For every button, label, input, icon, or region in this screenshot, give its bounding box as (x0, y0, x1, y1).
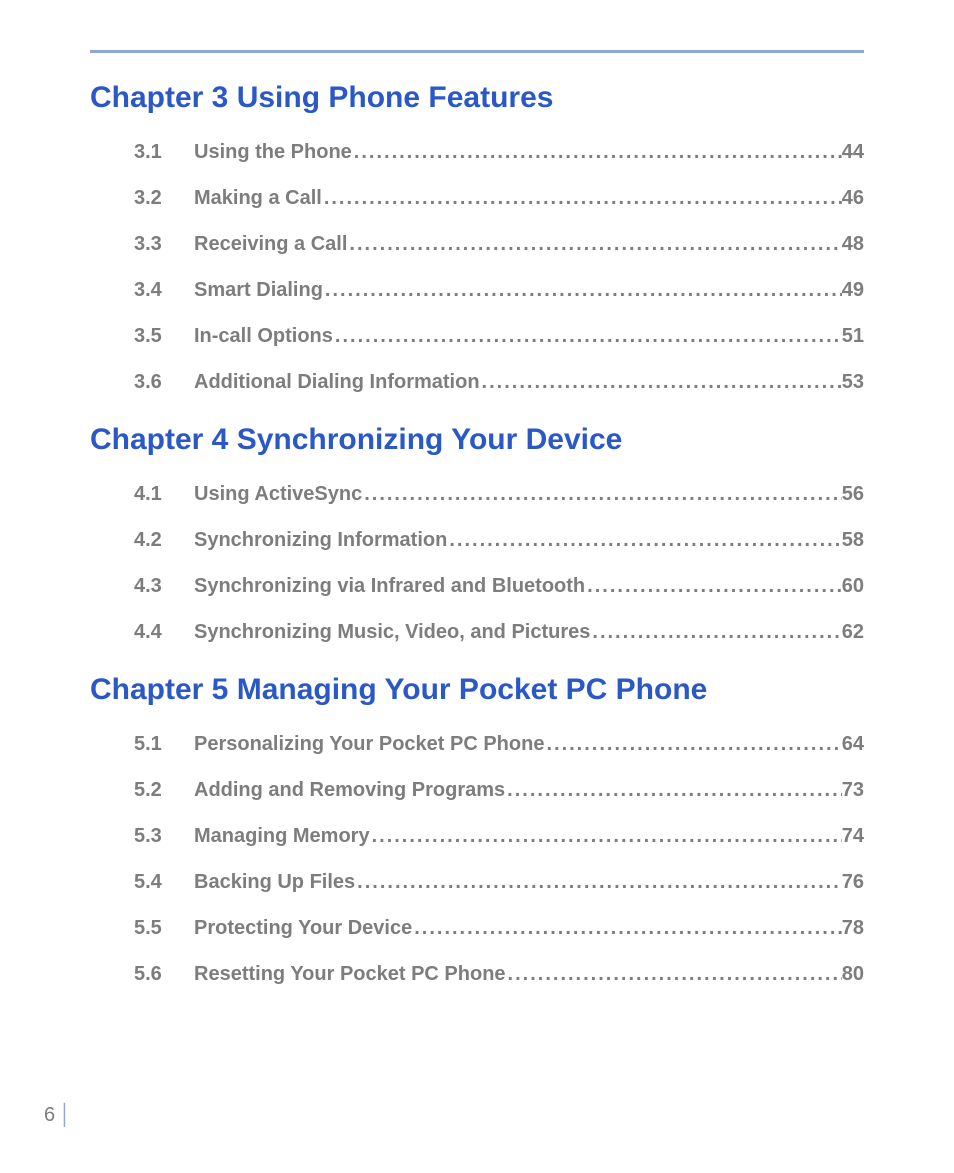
chapter-title: Chapter 3 Using Phone Features (90, 81, 864, 115)
toc-number: 4.4 (134, 621, 194, 643)
toc-leader (322, 187, 842, 209)
toc-row[interactable]: 5.2 Adding and Removing Programs 73 (134, 779, 864, 801)
toc-row[interactable]: 3.5 In-call Options 51 (134, 325, 864, 347)
toc-label: Backing Up Files (194, 871, 355, 893)
toc-label: Synchronizing Music, Video, and Pictures (194, 621, 590, 643)
page-footer: 6│ (44, 1104, 72, 1127)
toc-row[interactable]: 4.4 Synchronizing Music, Video, and Pict… (134, 621, 864, 643)
toc-row[interactable]: 3.3 Receiving a Call 48 (134, 233, 864, 255)
toc-page: 74 (842, 825, 864, 847)
toc-page: 80 (842, 963, 864, 985)
toc-label: In-call Options (194, 325, 333, 347)
toc-number: 3.6 (134, 371, 194, 393)
toc-leader (347, 233, 841, 255)
toc-row[interactable]: 5.6 Resetting Your Pocket PC Phone 80 (134, 963, 864, 985)
toc-row[interactable]: 3.2 Making a Call 46 (134, 187, 864, 209)
toc-row[interactable]: 4.2 Synchronizing Information 58 (134, 529, 864, 551)
toc-number: 4.1 (134, 483, 194, 505)
toc-page: 51 (842, 325, 864, 347)
toc-number: 3.3 (134, 233, 194, 255)
toc-page: 78 (842, 917, 864, 939)
footer-bar-icon: │ (59, 1104, 72, 1126)
toc-leader (585, 575, 842, 597)
toc-number: 5.3 (134, 825, 194, 847)
toc-row[interactable]: 4.1 Using ActiveSync 56 (134, 483, 864, 505)
toc-number: 5.4 (134, 871, 194, 893)
toc-label: Adding and Removing Programs (194, 779, 505, 801)
toc-leader (355, 871, 842, 893)
toc-label: Additional Dialing Information (194, 371, 480, 393)
toc-number: 3.5 (134, 325, 194, 347)
toc-leader (370, 825, 842, 847)
toc-leader (323, 279, 842, 301)
toc-number: 4.3 (134, 575, 194, 597)
toc-number: 5.1 (134, 733, 194, 755)
top-rule (90, 50, 864, 53)
toc-row[interactable]: 3.1 Using the Phone 44 (134, 141, 864, 163)
toc-label: Using the Phone (194, 141, 352, 163)
toc-leader (590, 621, 841, 643)
toc-number: 3.4 (134, 279, 194, 301)
toc-row[interactable]: 5.3 Managing Memory 74 (134, 825, 864, 847)
toc-row[interactable]: 5.4 Backing Up Files 76 (134, 871, 864, 893)
toc-number: 5.2 (134, 779, 194, 801)
toc-number: 5.6 (134, 963, 194, 985)
toc-label: Personalizing Your Pocket PC Phone (194, 733, 544, 755)
toc-label: Using ActiveSync (194, 483, 362, 505)
toc-label: Synchronizing via Infrared and Bluetooth (194, 575, 585, 597)
toc-page: 48 (842, 233, 864, 255)
toc-page: 60 (842, 575, 864, 597)
toc-label: Smart Dialing (194, 279, 323, 301)
toc-number: 3.1 (134, 141, 194, 163)
toc-row[interactable]: 3.4 Smart Dialing 49 (134, 279, 864, 301)
toc-label: Making a Call (194, 187, 322, 209)
page-number: 6 (44, 1104, 55, 1126)
toc-label: Receiving a Call (194, 233, 347, 255)
toc-page: 76 (842, 871, 864, 893)
toc-leader (544, 733, 841, 755)
toc-leader (480, 371, 842, 393)
toc-leader (333, 325, 842, 347)
toc-page: 62 (842, 621, 864, 643)
toc-block: 3.1 Using the Phone 44 3.2 Making a Call… (134, 141, 864, 393)
toc-row[interactable]: 4.3 Synchronizing via Infrared and Bluet… (134, 575, 864, 597)
toc-label: Resetting Your Pocket PC Phone (194, 963, 506, 985)
toc-page: 64 (842, 733, 864, 755)
toc-leader (352, 141, 842, 163)
toc-page: 53 (842, 371, 864, 393)
toc-label: Managing Memory (194, 825, 370, 847)
toc-row[interactable]: 3.6 Additional Dialing Information 53 (134, 371, 864, 393)
toc-row[interactable]: 5.5 Protecting Your Device 78 (134, 917, 864, 939)
toc-page: 56 (842, 483, 864, 505)
toc-page: 58 (842, 529, 864, 551)
toc-block: 5.1 Personalizing Your Pocket PC Phone 6… (134, 733, 864, 985)
toc-page: 73 (842, 779, 864, 801)
toc-number: 5.5 (134, 917, 194, 939)
toc-page: 46 (842, 187, 864, 209)
toc-leader (412, 917, 842, 939)
chapter-title: Chapter 4 Synchronizing Your Device (90, 423, 864, 457)
toc-leader (447, 529, 841, 551)
toc-number: 4.2 (134, 529, 194, 551)
toc-leader (505, 779, 842, 801)
toc-number: 3.2 (134, 187, 194, 209)
toc-label: Synchronizing Information (194, 529, 447, 551)
toc-row[interactable]: 5.1 Personalizing Your Pocket PC Phone 6… (134, 733, 864, 755)
toc-leader (362, 483, 842, 505)
toc-page: 44 (842, 141, 864, 163)
toc-leader (506, 963, 842, 985)
toc-block: 4.1 Using ActiveSync 56 4.2 Synchronizin… (134, 483, 864, 643)
chapter-title: Chapter 5 Managing Your Pocket PC Phone (90, 673, 864, 707)
toc-page: 49 (842, 279, 864, 301)
toc-label: Protecting Your Device (194, 917, 412, 939)
